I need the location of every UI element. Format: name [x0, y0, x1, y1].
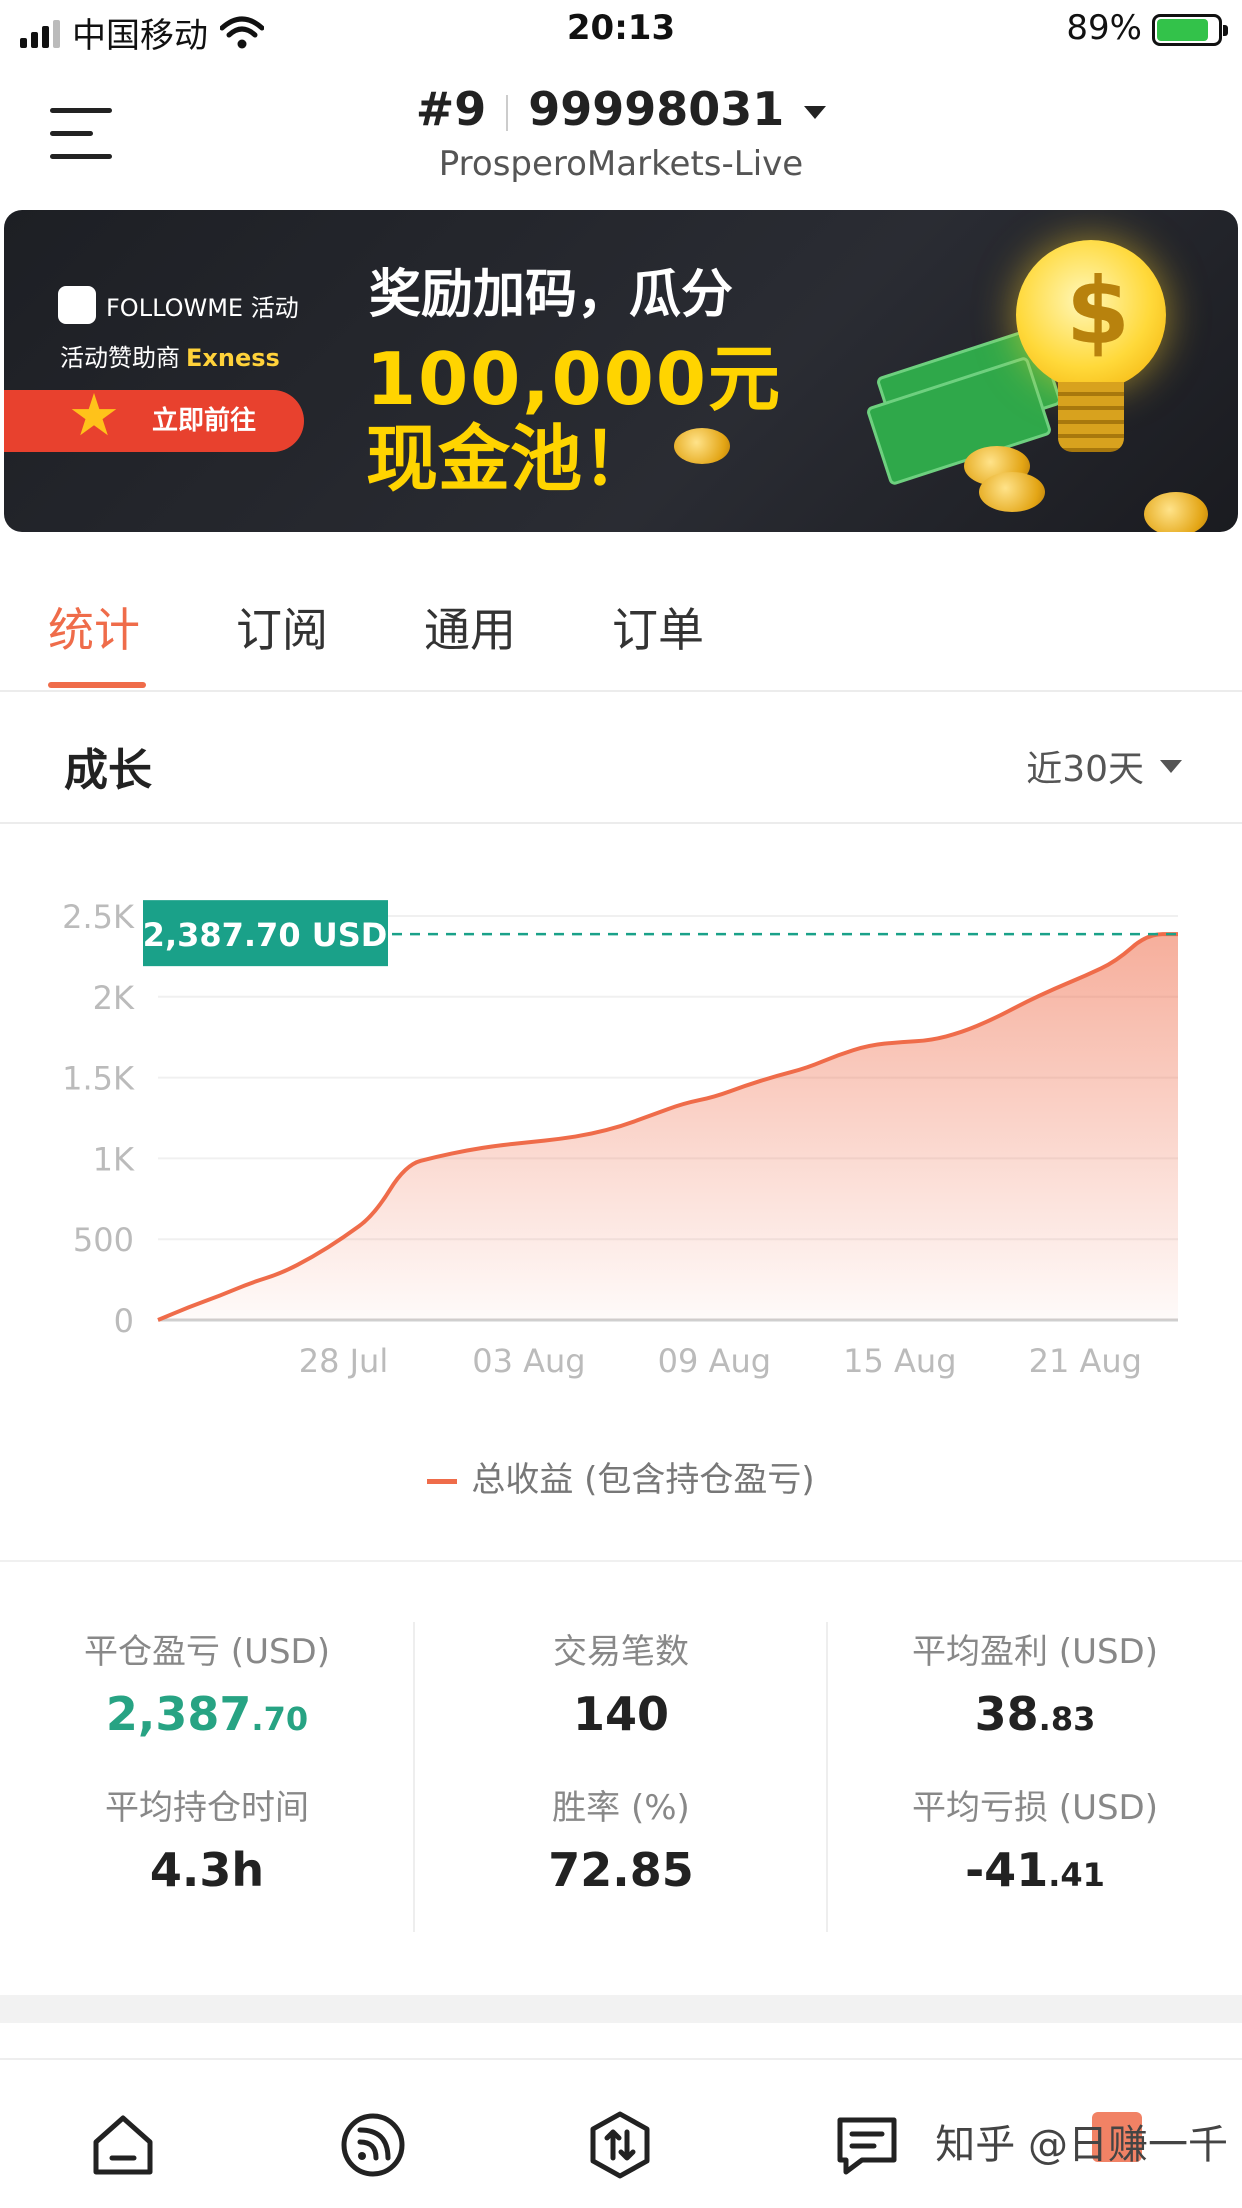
banner-line-1: 奖励加码，瓜分 [369, 265, 734, 325]
stat-avg-loss: 平均亏损 (USD) -41.41 [828, 1780, 1242, 1897]
stat-value: 140 [572, 1687, 670, 1741]
stat-value: 4.3h [149, 1843, 265, 1897]
stat-avg-profit: 平均盈利 (USD) 38.83 [828, 1624, 1242, 1741]
server-name: ProsperoMarkets-Live [438, 144, 804, 184]
stat-label: 平均持仓时间 [105, 1788, 309, 1828]
stat-label: 平均盈利 (USD) [912, 1632, 1158, 1672]
y-tick-label: 2K [93, 979, 135, 1017]
stat-label: 平仓盈亏 (USD) [84, 1632, 330, 1672]
tab-subscription[interactable]: 订阅 [236, 594, 328, 660]
account-switcher[interactable]: #9 99998031 [0, 82, 1242, 136]
caret-down-icon [1160, 759, 1182, 773]
feed-icon[interactable] [338, 2110, 408, 2180]
home-icon[interactable] [88, 2110, 158, 2180]
tab-general[interactable]: 通用 [424, 594, 516, 660]
y-tick-label: 1K [93, 1140, 135, 1178]
x-tick-label: 28 Jul [299, 1342, 389, 1380]
sponsor-line: 活动赞助商 Exness [60, 344, 280, 372]
account-number: 99998031 [528, 82, 785, 136]
stat-win-rate: 胜率 (%) 72.85 [414, 1780, 828, 1897]
stat-value: -41.41 [965, 1843, 1105, 1897]
caret-down-icon [804, 106, 827, 119]
stat-label: 交易笔数 [553, 1632, 689, 1672]
growth-chart: 0 500 1K 1.5K 2K 2.5K 28 Jul 03 Aug 09 Aug 15 Aug… [62, 898, 1178, 1380]
active-tab-indicator [48, 682, 146, 688]
tab-orders[interactable]: 订单 [612, 594, 704, 660]
account-rank: #9 [415, 82, 487, 136]
stat-value: 38.83 [974, 1687, 1096, 1741]
stat-value: 72.85 [548, 1843, 694, 1897]
tab-statistics[interactable]: 统计 [48, 594, 140, 660]
stat-label: 平均亏损 (USD) [912, 1788, 1158, 1828]
column-divider [826, 1622, 828, 1932]
x-tick-label: 15 Aug [843, 1342, 956, 1380]
y-tick-label: 0 [114, 1302, 134, 1340]
divider [0, 1560, 1242, 1562]
stat-closed-pnl: 平仓盈亏 (USD) 2,387.70 [0, 1624, 414, 1741]
tab-bar: 统计 订阅 通用 订单 [0, 532, 1242, 692]
chart-legend: 总收益 (包含持仓盈亏) [0, 1452, 1242, 1501]
lightbulb-base [1058, 382, 1124, 452]
legend-label: 总收益 (包含持仓盈亏) [471, 1460, 815, 1500]
coin-icon [1144, 492, 1208, 532]
x-tick-label: 03 Aug [472, 1342, 585, 1380]
promo-banner[interactable]: FOLLOWME 活动 活动赞助商 Exness 立即前往 ★ 奖励加码，瓜分 1… [4, 210, 1238, 532]
followme-brand: FOLLOWME 活动 [58, 286, 299, 324]
growth-section-header: 成长 近30天 [0, 692, 1242, 824]
growth-title: 成长 [64, 745, 152, 796]
battery-percent: 89% [1066, 8, 1142, 48]
stat-avg-hold-time: 平均持仓时间 4.3h [0, 1780, 414, 1897]
column-divider [413, 1622, 415, 1932]
go-now-button[interactable]: 立即前往 [4, 390, 304, 452]
clock: 20:13 [566, 8, 676, 48]
y-tick-label: 1.5K [62, 1060, 135, 1098]
x-tick-label: 09 Aug [658, 1342, 771, 1380]
trade-icon[interactable] [585, 2110, 655, 2180]
star-icon: ★ [68, 381, 120, 449]
stat-value: 2,387.70 [105, 1687, 309, 1741]
x-tick-label: 21 Aug [1029, 1342, 1142, 1380]
series-area [158, 934, 1178, 1320]
stat-trade-count: 交易笔数 140 [414, 1624, 828, 1741]
current-value-label: 2,387.70 USD [143, 916, 388, 954]
y-tick-label: 500 [73, 1221, 134, 1259]
coin-icon [674, 428, 730, 464]
watermark: 知乎 @日赚一千 [935, 2122, 1228, 2168]
coin-icon [979, 472, 1045, 512]
stat-label: 胜率 (%) [552, 1788, 690, 1828]
messages-icon[interactable] [832, 2110, 902, 2180]
megaphone-icon [58, 286, 96, 324]
banner-line-3: 现金池！ [366, 417, 655, 501]
status-bar: 中国移动 20:13 89% [0, 0, 1242, 64]
range-dropdown[interactable]: 近30天 [1026, 740, 1182, 792]
section-spacer [0, 1995, 1242, 2023]
legend-swatch [427, 1479, 458, 1484]
battery-icon [1152, 14, 1228, 46]
dollar-icon: $ [1066, 258, 1131, 365]
y-tick-label: 2.5K [62, 898, 135, 936]
range-label: 近30天 [1026, 749, 1144, 790]
